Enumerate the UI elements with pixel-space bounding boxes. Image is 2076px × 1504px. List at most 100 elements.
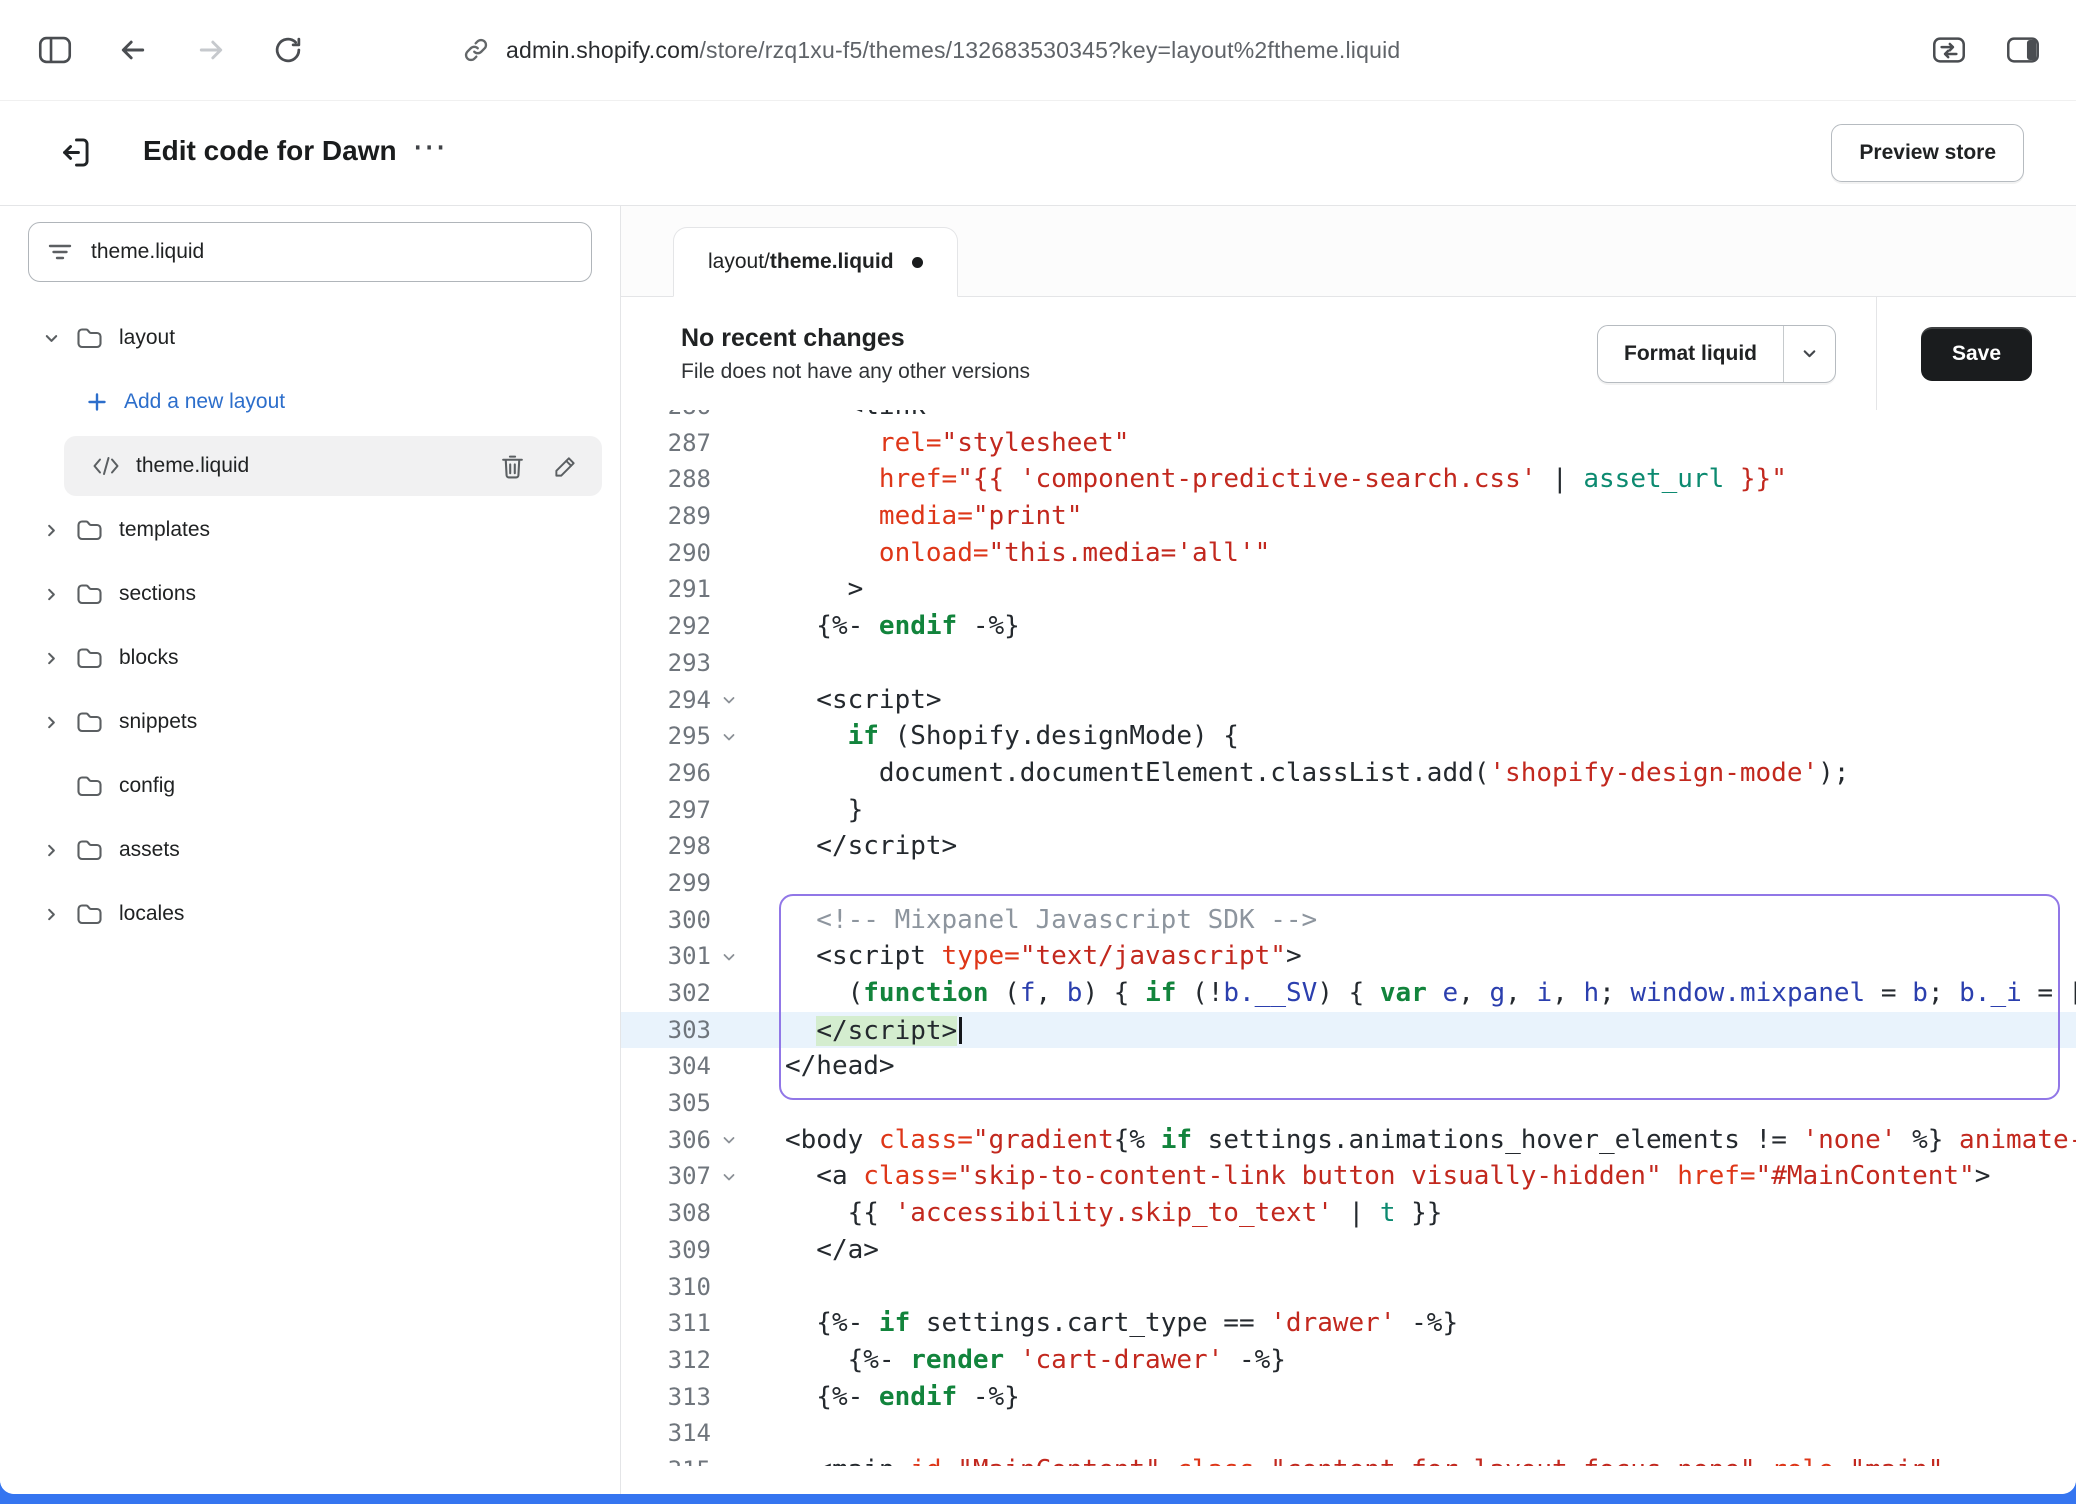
sidebar-folder-locales[interactable]: locales <box>0 882 620 946</box>
file-row-surface[interactable]: theme.liquid <box>64 436 602 496</box>
line-number: 286 <box>621 410 711 425</box>
line-number: 293 <box>621 645 711 682</box>
fold-spacer <box>711 1452 747 1466</box>
fold-spacer <box>711 425 747 462</box>
code-line-290[interactable]: 290 onload="this.media='all'" <box>621 535 2076 572</box>
code-line-295[interactable]: 295 if (Shopify.designMode) { <box>621 718 2076 755</box>
search-input[interactable] <box>89 239 573 265</box>
line-number: 298 <box>621 828 711 865</box>
fold-toggle-icon[interactable] <box>711 682 747 719</box>
code-line-294[interactable]: 294 <script> <box>621 682 2076 719</box>
sidebar-folder-templates[interactable]: templates <box>0 498 620 562</box>
code-line-304[interactable]: 304</head> <box>621 1048 2076 1085</box>
fold-spacer <box>711 1195 747 1232</box>
code-line-298[interactable]: 298 </script> <box>621 828 2076 865</box>
fold-spacer <box>711 1012 747 1049</box>
code-line-291[interactable]: 291 > <box>621 571 2076 608</box>
url-text: admin.shopify.com/store/rzq1xu-f5/themes… <box>506 37 1400 64</box>
code-line-306[interactable]: 306<body class="gradient{% if settings.a… <box>621 1122 2076 1159</box>
code-line-286[interactable]: 286 <link <box>621 410 2076 425</box>
forward-icon[interactable] <box>194 33 228 67</box>
code-text: <a class="skip-to-content-link button vi… <box>747 1158 1990 1195</box>
code-line-288[interactable]: 288 href="{{ 'component-predictive-searc… <box>621 461 2076 498</box>
code-line-300[interactable]: 300 <!-- Mixpanel Javascript SDK --> <box>621 902 2076 939</box>
status-title: No recent changes <box>681 324 1597 353</box>
address-bar[interactable]: admin.shopify.com/store/rzq1xu-f5/themes… <box>462 0 1400 100</box>
sidebar-folder-snippets[interactable]: snippets <box>0 690 620 754</box>
code-line-307[interactable]: 307 <a class="skip-to-content-link butto… <box>621 1158 2076 1195</box>
preview-store-button[interactable]: Preview store <box>1831 124 2024 182</box>
code-text: <!-- Mixpanel Javascript SDK --> <box>747 902 1317 939</box>
browser-chrome: admin.shopify.com/store/rzq1xu-f5/themes… <box>0 0 2076 101</box>
sidebar-folder-assets[interactable]: assets <box>0 818 620 882</box>
code-line-305[interactable]: 305 <box>621 1085 2076 1122</box>
line-number: 301 <box>621 938 711 975</box>
sidebar-panel-icon[interactable] <box>2006 36 2040 64</box>
sidebar-file-theme.liquid[interactable]: theme.liquid <box>0 434 620 498</box>
code-line-289[interactable]: 289 media="print" <box>621 498 2076 535</box>
chevron-right-icon <box>42 651 60 666</box>
file-search-box[interactable] <box>28 222 592 282</box>
save-panel: Save <box>1876 297 2076 410</box>
rename-file-icon[interactable] <box>553 454 578 479</box>
code-line-310[interactable]: 310 <box>621 1269 2076 1306</box>
code-line-297[interactable]: 297 } <box>621 792 2076 829</box>
code-text: </script> <box>747 828 957 865</box>
chevron-right-icon <box>42 715 60 730</box>
format-dropdown-toggle[interactable] <box>1783 326 1835 382</box>
code-text: } <box>747 792 863 829</box>
code-line-313[interactable]: 313 {%- endif -%} <box>621 1379 2076 1416</box>
code-line-301[interactable]: 301 <script type="text/javascript"> <box>621 938 2076 975</box>
folder-icon <box>76 711 103 734</box>
more-actions-button[interactable]: ⋯ <box>412 127 446 167</box>
code-text: </a> <box>747 1232 879 1269</box>
sidebar-folder-config[interactable]: config <box>0 754 620 818</box>
code-text: <script type="text/javascript"> <box>747 938 1302 975</box>
screen: admin.shopify.com/store/rzq1xu-f5/themes… <box>0 0 2076 1504</box>
delete-file-icon[interactable] <box>500 453 525 480</box>
file-tree: layoutAdd a new layouttheme.liquid templa… <box>0 306 620 946</box>
code-line-293[interactable]: 293 <box>621 645 2076 682</box>
sidebar-folder-blocks[interactable]: blocks <box>0 626 620 690</box>
line-number: 310 <box>621 1269 711 1306</box>
code-line-302[interactable]: 302 (function (f, b) { if (!b.__SV) { va… <box>621 975 2076 1012</box>
reload-icon[interactable] <box>272 34 304 66</box>
fold-spacer <box>711 535 747 572</box>
code-line-314[interactable]: 314 <box>621 1415 2076 1452</box>
code-line-309[interactable]: 309 </a> <box>621 1232 2076 1269</box>
sidebar-folder-sections[interactable]: sections <box>0 562 620 626</box>
folder-label: sections <box>119 582 196 606</box>
fold-toggle-icon[interactable] <box>711 718 747 755</box>
code-text: document.documentElement.classList.add('… <box>747 755 1849 792</box>
code-line-315[interactable]: 315 <main id="MainContent" class="conten… <box>621 1452 2076 1466</box>
fold-toggle-icon[interactable] <box>711 938 747 975</box>
code-line-303[interactable]: 303 </script> <box>621 1012 2076 1049</box>
exit-code-editor-icon[interactable] <box>56 134 93 171</box>
save-button[interactable]: Save <box>1921 327 2032 381</box>
sidebar-toggle-icon[interactable] <box>38 35 72 65</box>
fold-toggle-icon[interactable] <box>711 1122 747 1159</box>
code-line-308[interactable]: 308 {{ 'accessibility.skip_to_text' | t … <box>621 1195 2076 1232</box>
add-new-layout-button[interactable]: Add a new layout <box>0 370 620 434</box>
sidebar-folder-layout[interactable]: layout <box>0 306 620 370</box>
code-text: (function (f, b) { if (!b.__SV) { var e,… <box>747 975 2076 1012</box>
code-line-292[interactable]: 292 {%- endif -%} <box>621 608 2076 645</box>
format-liquid-button[interactable]: Format liquid <box>1597 325 1836 383</box>
code-text <box>747 1085 785 1122</box>
fold-spacer <box>711 865 747 902</box>
back-icon[interactable] <box>116 33 150 67</box>
code-line-312[interactable]: 312 {%- render 'cart-drawer' -%} <box>621 1342 2076 1379</box>
folder-label: templates <box>119 518 210 542</box>
code-line-311[interactable]: 311 {%- if settings.cart_type == 'drawer… <box>621 1305 2076 1342</box>
code-line-287[interactable]: 287 rel="stylesheet" <box>621 425 2076 462</box>
line-number: 306 <box>621 1122 711 1159</box>
code-editor[interactable]: 286 <link287 rel="stylesheet"288 href="{… <box>621 410 2076 1466</box>
code-line-299[interactable]: 299 <box>621 865 2076 902</box>
code-text: rel="stylesheet" <box>747 425 1129 462</box>
browser-extensions-icon[interactable] <box>1932 36 1966 64</box>
tab-theme-liquid[interactable]: layout/theme.liquid <box>673 227 958 297</box>
code-line-296[interactable]: 296 document.documentElement.classList.a… <box>621 755 2076 792</box>
fold-toggle-icon[interactable] <box>711 1158 747 1195</box>
code-text <box>747 1415 785 1452</box>
line-number: 304 <box>621 1048 711 1085</box>
